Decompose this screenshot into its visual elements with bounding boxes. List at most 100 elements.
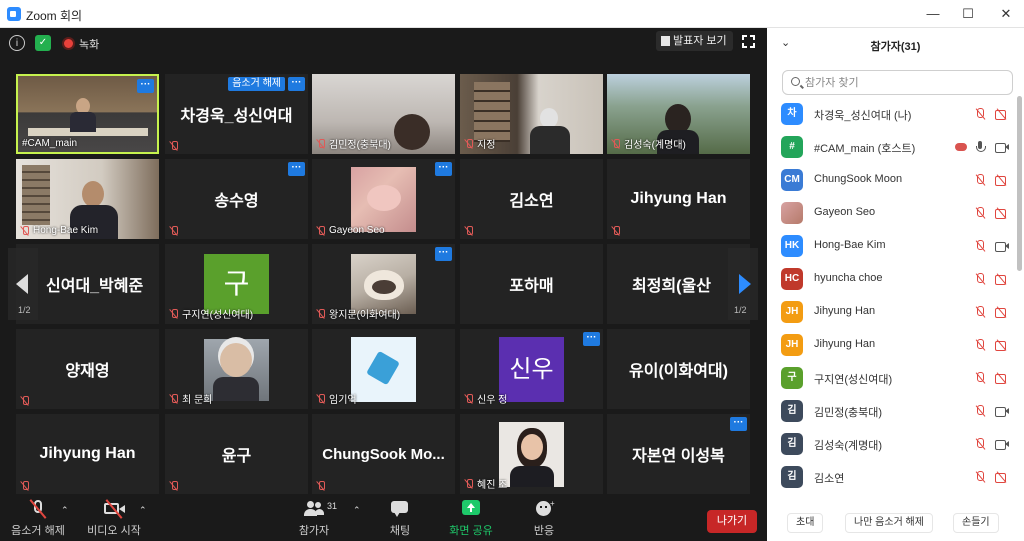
mic-off-icon[interactable]	[974, 471, 987, 483]
video-tile[interactable]: ··· 송수영	[165, 159, 308, 239]
mic-off-icon[interactable]	[974, 108, 987, 120]
participant-list-scrollbar[interactable]	[1017, 96, 1022, 271]
camera-on-icon[interactable]	[995, 438, 1009, 450]
mic-off-icon[interactable]	[974, 174, 987, 186]
video-tile[interactable]: 김성숙(계명대)	[607, 74, 750, 154]
mic-on-icon[interactable]	[974, 141, 987, 153]
invite-button[interactable]: 초대	[787, 513, 824, 533]
camera-on-icon[interactable]	[995, 405, 1009, 417]
video-tile[interactable]: 김소연	[460, 159, 603, 239]
participant-name: ChungSook Moon	[814, 173, 903, 185]
video-tile[interactable]: ··· 신우 신우 정	[460, 329, 603, 409]
avatar: HK	[781, 235, 803, 257]
camera-on-icon[interactable]	[995, 240, 1009, 252]
leave-button[interactable]: 나가기	[707, 510, 757, 533]
video-tile[interactable]: ··· #CAM_main	[16, 74, 159, 154]
video-tile[interactable]: Jihyung Han	[16, 414, 159, 494]
video-tile[interactable]: ··· 왕지문(이화여대)	[312, 244, 455, 324]
video-tile[interactable]: ··· 자본연 이성복	[607, 414, 750, 494]
participant-row[interactable]: HC hyuncha choe	[767, 263, 1017, 296]
participant-row[interactable]: Gayeon Seo	[767, 197, 1017, 230]
participant-row[interactable]: 김 김소연	[767, 461, 1017, 494]
mic-off-icon[interactable]	[974, 339, 987, 351]
participant-name: 유이(이화여대)	[629, 363, 728, 380]
camera-off-icon[interactable]	[995, 207, 1008, 219]
camera-on-icon[interactable]	[995, 141, 1009, 153]
video-options-chevron-icon[interactable]: ⌃	[139, 505, 147, 516]
participant-row[interactable]: JH Jihyung Han	[767, 329, 1017, 362]
participants-options-chevron-icon[interactable]: ⌃	[353, 505, 361, 516]
mic-off-icon[interactable]	[974, 372, 987, 384]
more-options-icon[interactable]: ···	[137, 79, 154, 93]
close-button[interactable]: ✕	[993, 4, 1019, 24]
participant-row[interactable]: JH Jihyung Han	[767, 296, 1017, 329]
speaker-view-button[interactable]: 발표자 보기	[656, 31, 733, 51]
avatar	[781, 202, 803, 224]
mic-off-icon	[464, 478, 474, 489]
camera-off-icon[interactable]	[995, 174, 1008, 186]
unmute-label: 음소거 해제	[11, 525, 65, 537]
video-tile[interactable]: 최 문희	[165, 329, 308, 409]
camera-off-icon[interactable]	[995, 471, 1008, 483]
video-tile[interactable]: 포하매	[460, 244, 603, 324]
mic-off-icon[interactable]	[974, 273, 987, 285]
participant-row[interactable]: CM ChungSook Moon	[767, 164, 1017, 197]
more-options-icon[interactable]: ···	[435, 162, 452, 176]
video-tile[interactable]: 지정	[460, 74, 603, 154]
participant-name: 지정	[477, 140, 496, 151]
start-video-button[interactable]: 비디오 시작	[84, 499, 144, 538]
fullscreen-icon[interactable]	[742, 35, 755, 48]
mic-off-icon[interactable]	[974, 405, 987, 417]
chat-button[interactable]: 채팅	[380, 499, 420, 538]
video-tile[interactable]: Hong-Bae Kim	[16, 159, 159, 239]
video-tile[interactable]: 임기억	[312, 329, 455, 409]
participant-row[interactable]: 김 김민정(충북대)	[767, 395, 1017, 428]
speaker-view-label: 발표자 보기	[673, 35, 727, 47]
more-options-icon[interactable]: ···	[435, 247, 452, 261]
camera-off-icon[interactable]	[995, 372, 1008, 384]
camera-off-icon[interactable]	[995, 273, 1008, 285]
more-options-icon[interactable]: ···	[583, 332, 600, 346]
participant-name: ChungSook Mo...	[322, 445, 445, 463]
video-tile[interactable]: 음소거 해제 ··· 차경욱_성신여대	[165, 74, 308, 154]
share-screen-button[interactable]: 화면 공유	[444, 499, 498, 538]
panel-header: ⌄ 참가자(31)	[767, 28, 1024, 62]
participant-row[interactable]: 김 김성숙(계명대)	[767, 428, 1017, 461]
info-icon[interactable]: i	[9, 35, 25, 51]
video-tile[interactable]: 양재영	[16, 329, 159, 409]
video-tile[interactable]: ChungSook Mo...	[312, 414, 455, 494]
video-tile[interactable]: 구 구지연(성신여대)	[165, 244, 308, 324]
video-tile[interactable]: 혜진 조	[460, 414, 603, 494]
participant-row[interactable]: # #CAM_main (호스트)	[767, 131, 1017, 164]
video-tile[interactable]: 유이(이화여대)	[607, 329, 750, 409]
participant-row[interactable]: 차 차경욱_성신여대 (나)	[767, 98, 1017, 131]
camera-off-icon[interactable]	[995, 306, 1008, 318]
participant-row[interactable]: HK Hong-Bae Kim	[767, 230, 1017, 263]
camera-off-icon[interactable]	[995, 108, 1008, 120]
mic-off-icon	[169, 308, 179, 319]
minimize-button[interactable]: —	[920, 4, 946, 24]
mic-off-icon[interactable]	[974, 306, 987, 318]
participant-name: Hong-Bae Kim	[33, 225, 99, 236]
mic-off-icon	[611, 138, 621, 149]
maximize-button[interactable]: ☐	[955, 4, 981, 24]
video-tile[interactable]: 윤구	[165, 414, 308, 494]
audio-options-chevron-icon[interactable]: ⌃	[61, 505, 69, 516]
video-tile[interactable]: 김민정(충북대)	[312, 74, 455, 154]
unmute-button[interactable]: 음소거 해제	[8, 499, 68, 538]
search-input[interactable]	[805, 74, 1005, 92]
camera-off-icon[interactable]	[995, 339, 1008, 351]
raise-hand-button[interactable]: 손들기	[953, 513, 999, 533]
mic-off-icon[interactable]	[974, 240, 987, 252]
shield-icon[interactable]: ✓	[35, 35, 51, 51]
recording-label: 녹화	[79, 39, 100, 51]
video-tile[interactable]: Jihyung Han	[607, 159, 750, 239]
participant-row[interactable]: 구 구지연(성신여대)	[767, 362, 1017, 395]
unmute-me-button[interactable]: 나만 음소거 해제	[845, 513, 933, 533]
mic-off-icon[interactable]	[974, 207, 987, 219]
participant-search[interactable]	[782, 70, 1013, 95]
mic-off-icon[interactable]	[974, 438, 987, 450]
video-tile[interactable]: ··· Gayeon Seo	[312, 159, 455, 239]
reactions-button[interactable]: + 반응	[524, 499, 564, 538]
avatar: 구	[781, 367, 803, 389]
